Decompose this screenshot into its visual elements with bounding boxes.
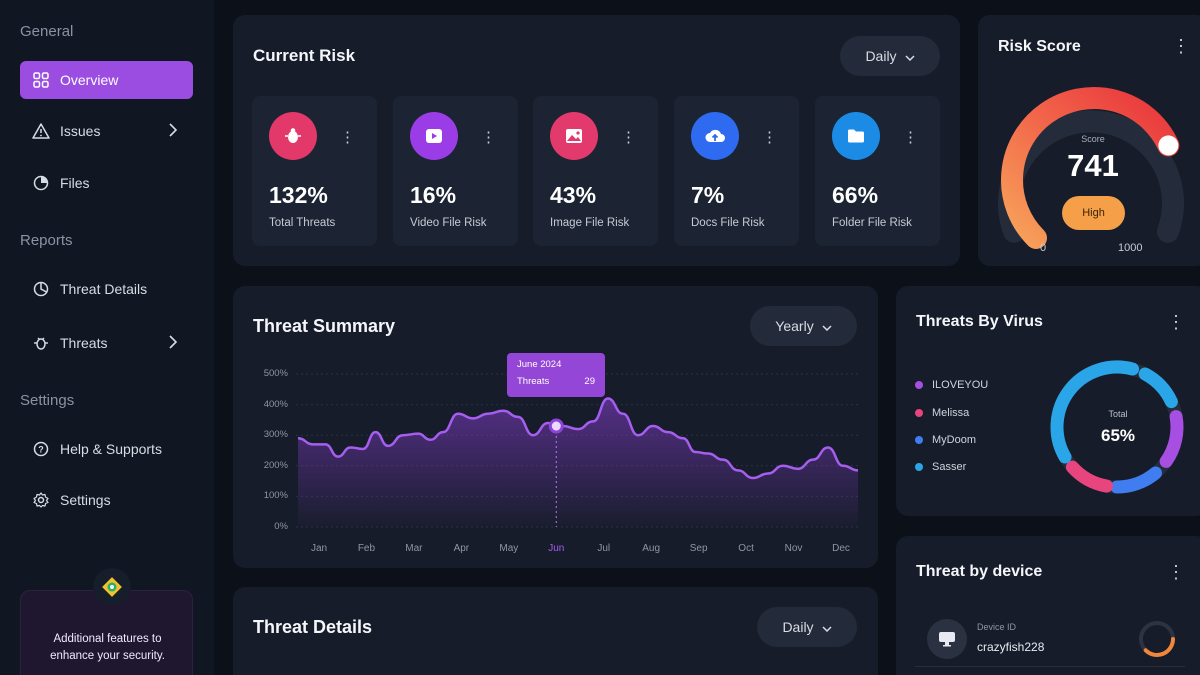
- device-id-value: crazyfish228: [977, 640, 1045, 654]
- more-vertical-icon[interactable]: ⋮: [1167, 313, 1185, 331]
- tooltip-month: June 2024: [517, 359, 562, 370]
- legend-label: MyDoom: [932, 434, 977, 446]
- legend-item: Melissa: [915, 407, 969, 419]
- device-id-caption: Device ID: [977, 622, 1017, 632]
- monitor-icon: [927, 619, 967, 659]
- donut-total-value: 65%: [1100, 426, 1136, 445]
- donut-segment: [1110, 466, 1163, 494]
- threat-details-title: Threat Details: [253, 617, 373, 637]
- chart-tooltip: June 2024 Threats 29: [507, 353, 605, 397]
- legend-item: MyDoom: [915, 434, 976, 446]
- device-row[interactable]: Device ID crazyfish228: [915, 612, 1185, 667]
- legend-label: Melissa: [932, 407, 970, 419]
- chevron-down-icon: [822, 619, 832, 635]
- device-risk-ring: [1139, 621, 1175, 657]
- donut-segment: [1065, 460, 1114, 493]
- legend-dot: [915, 381, 923, 389]
- donut-total-label: Total: [1108, 409, 1128, 419]
- tooltip-label: Threats: [517, 376, 550, 387]
- legend-label: Sasser: [932, 461, 967, 473]
- legend-dot: [915, 409, 923, 417]
- legend-dot: [915, 436, 923, 444]
- legend-item: Sasser: [915, 461, 966, 473]
- threat-details-period-select[interactable]: Daily: [757, 607, 857, 647]
- period-label: Daily: [782, 619, 814, 635]
- donut-segment: [1159, 410, 1184, 468]
- legend-dot: [915, 463, 923, 471]
- legend-label: ILOVEYOU: [932, 379, 989, 391]
- threat-by-device-title: Threat by device: [916, 563, 1043, 580]
- more-vertical-icon[interactable]: ⋮: [1167, 563, 1185, 581]
- series-area: [298, 398, 858, 527]
- legend-item: ILOVEYOU: [915, 379, 988, 391]
- tooltip-value: 29: [584, 376, 595, 387]
- threats-by-virus-title: Threats By Virus: [916, 313, 1043, 330]
- highlight-point[interactable]: [548, 418, 564, 434]
- donut-segment: [1138, 367, 1178, 409]
